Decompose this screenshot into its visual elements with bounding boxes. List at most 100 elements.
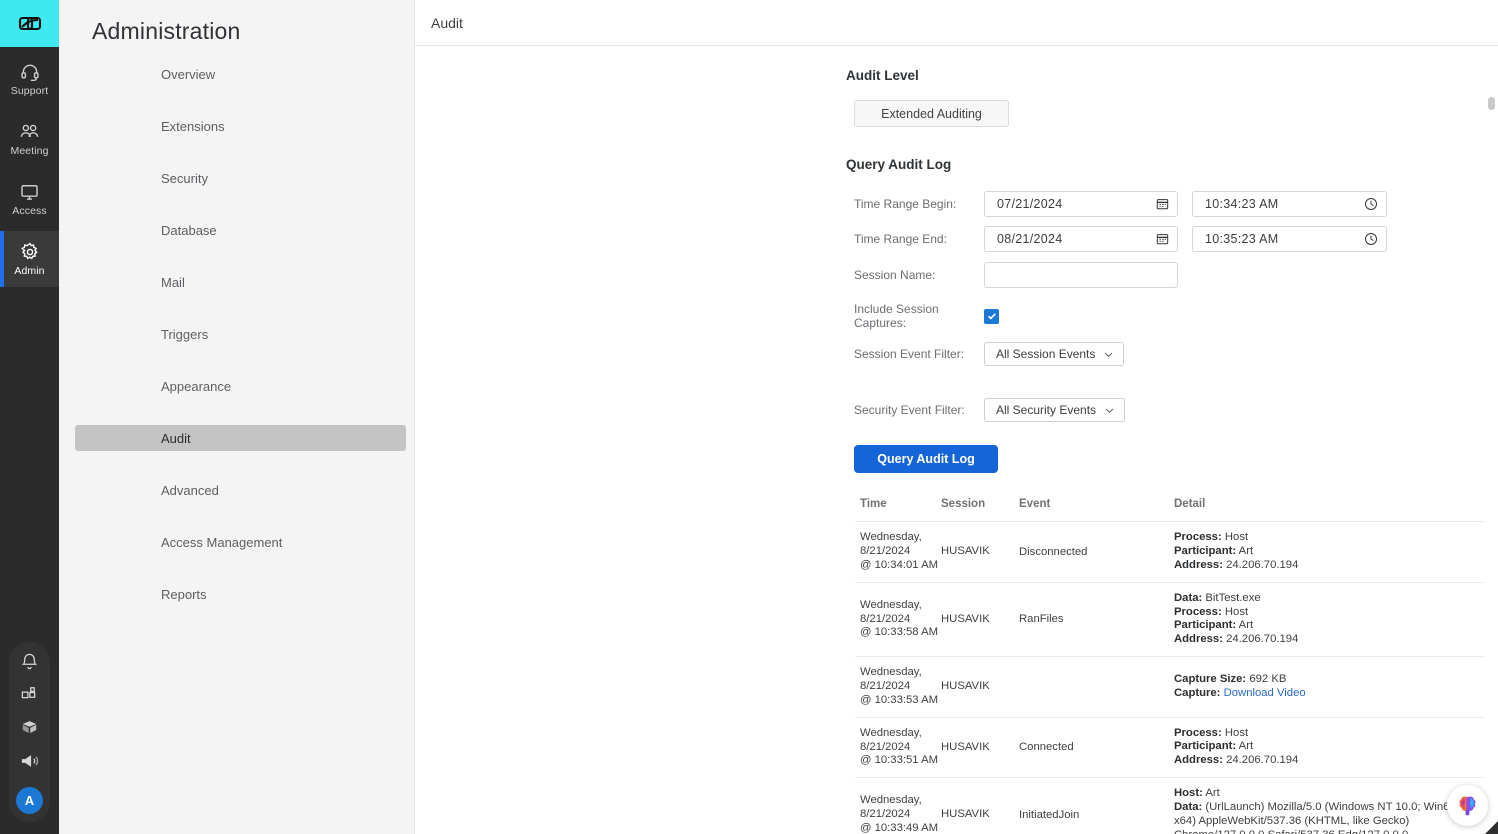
calendar-icon[interactable] xyxy=(1156,233,1169,246)
rail-item-meeting[interactable]: Meeting xyxy=(0,111,59,167)
detail-key: Address: xyxy=(1174,633,1223,646)
detail-line: Host: Art xyxy=(1174,787,1481,801)
cell-time: Wednesday, 8/21/2024 @ 10:33:53 AM xyxy=(860,666,939,706)
session-name-field[interactable] xyxy=(984,262,1178,288)
detail-key: Data: xyxy=(1174,591,1203,604)
sidebar-item-label: Overview xyxy=(161,66,216,82)
include-session-captures-checkbox[interactable] xyxy=(984,308,999,324)
cell-time: Wednesday, 8/21/2024 @ 10:33:49 AM xyxy=(860,794,939,834)
detail-value: Art xyxy=(1236,544,1254,557)
time-range-begin-time-value: 10:34:23 AM xyxy=(1205,197,1279,211)
detail-line: Capture: Download Video xyxy=(1174,687,1481,701)
app-root: Support Meeting Access Admin A Administr… xyxy=(0,0,1498,834)
time-range-begin-label: Time Range Begin: xyxy=(854,197,957,211)
cube-icon[interactable] xyxy=(20,718,39,737)
sidebar-item-label: Advanced xyxy=(161,482,219,498)
table-row: Wednesday, 8/21/2024 @ 10:33:49 AM HUSAVIK I… xyxy=(855,778,1487,834)
ai-assistant-button[interactable] xyxy=(1447,785,1488,826)
cell-detail: Data: BitTest.exe Process: Host Participan… xyxy=(1174,592,1487,648)
bell-icon[interactable] xyxy=(20,652,39,671)
detail-key: Capture: xyxy=(1174,686,1221,699)
detail-value: (UrlLaunch) Mozilla/5.0 (Windows NT 10.0… xyxy=(1174,801,1459,834)
time-range-begin-date-value: 07/21/2024 xyxy=(997,197,1063,211)
detail-value: 24.206.70.194 xyxy=(1222,633,1299,646)
sidebar-item-label: Database xyxy=(161,222,217,238)
detail-key: Address: xyxy=(1174,558,1223,571)
people-icon xyxy=(19,122,40,142)
detail-line: Address: 24.206.70.194 xyxy=(1174,633,1481,647)
sidebar-item-access-management[interactable]: Access Management xyxy=(75,529,406,555)
sidebar-item-label: Audit xyxy=(161,430,191,446)
cell-time: Wednesday, 8/21/2024 @ 10:34:01 AM xyxy=(860,531,939,571)
vertical-scrollbar[interactable] xyxy=(1485,93,1498,834)
time-range-begin-date-input[interactable]: 07/21/2024 xyxy=(984,191,1178,217)
cell-detail: Process: Host Participant: Art Address: 24… xyxy=(1174,531,1487,573)
sidebar-item-label: Security xyxy=(161,170,208,186)
time-range-end-date-value: 08/21/2024 xyxy=(997,232,1063,246)
session-event-filter-select[interactable]: All Session Events xyxy=(984,342,1125,366)
table-row: Wednesday, 8/21/2024 @ 10:33:53 AM HUSAVIK C… xyxy=(855,657,1487,718)
detail-line: Participant: Art xyxy=(1174,740,1481,754)
sidebar-item-appearance[interactable]: Appearance xyxy=(75,373,406,399)
query-audit-log-button[interactable]: Query Audit Log xyxy=(854,445,998,473)
avatar[interactable]: A xyxy=(16,787,43,814)
cell-time: Wednesday, 8/21/2024 @ 10:33:51 AM xyxy=(860,726,939,767)
column-header-session: Session xyxy=(941,498,986,510)
resize-corner xyxy=(1485,821,1498,834)
megaphone-icon[interactable] xyxy=(20,751,40,771)
session-name-label: Session Name: xyxy=(854,268,936,282)
detail-value: Art xyxy=(1202,787,1220,800)
time-range-end-date-input[interactable]: 08/21/2024 xyxy=(984,226,1178,252)
cascade-windows-logo-icon xyxy=(18,16,41,30)
cell-session: HUSAVIK xyxy=(941,612,990,625)
sidebar-item-mail[interactable]: Mail xyxy=(75,269,406,295)
calendar-icon[interactable] xyxy=(1156,198,1169,211)
sidebar-item-label: Triggers xyxy=(161,326,209,342)
detail-line: Data: (UrlLaunch) Mozilla/5.0 (Windows N… xyxy=(1174,801,1481,834)
table-body: Wednesday, 8/21/2024 @ 10:34:01 AM HUSAVIK D… xyxy=(855,522,1487,834)
sidebar-item-advanced[interactable]: Advanced xyxy=(75,477,406,503)
detail-line: Participant: Art xyxy=(1174,545,1481,559)
detail-value: 692 KB xyxy=(1246,673,1287,686)
audit-panel: Audit Level Extended Auditing Query Audi… xyxy=(415,46,1498,834)
cell-session: HUSAVIK xyxy=(941,740,990,753)
app-logo[interactable] xyxy=(0,0,59,47)
security-event-filter-select[interactable]: All Security Events xyxy=(984,398,1126,422)
detail-value: 24.206.70.194 xyxy=(1222,754,1299,767)
sidebar-item-triggers[interactable]: Triggers xyxy=(75,321,406,347)
apps-grid-icon[interactable] xyxy=(20,685,39,704)
time-range-end-time-input[interactable]: 10:35:23 AM xyxy=(1192,226,1387,252)
column-header-time: Time xyxy=(860,498,887,510)
clock-icon[interactable] xyxy=(1364,197,1378,211)
sidebar-item-database[interactable]: Database xyxy=(75,217,406,243)
extended-auditing-button[interactable]: Extended Auditing xyxy=(854,100,1009,127)
rail-item-label: Admin xyxy=(14,264,45,277)
security-event-filter-label: Security Event Filter: xyxy=(854,403,965,417)
rail-item-admin[interactable]: Admin xyxy=(0,231,59,287)
cell-detail: Host: Art Data: (UrlLaunch) Mozilla/5.0 (… xyxy=(1174,787,1487,834)
cell-event: Disconnected xyxy=(1019,545,1088,558)
detail-line: Data: BitTest.exe xyxy=(1174,592,1481,606)
download-video-link[interactable]: Download Video xyxy=(1220,687,1306,699)
detail-key: Process: xyxy=(1174,605,1222,618)
table-row: Wednesday, 8/21/2024 @ 10:33:51 AM HUSAVIK C… xyxy=(855,718,1487,779)
sidebar-item-extensions[interactable]: Extensions xyxy=(75,113,406,139)
sidebar-item-overview[interactable]: Overview xyxy=(75,61,406,87)
table-row: Wednesday, 8/21/2024 @ 10:34:01 AM HUSAVIK D… xyxy=(855,522,1487,583)
time-range-begin-time-input[interactable]: 10:34:23 AM xyxy=(1192,191,1387,217)
detail-key: Address: xyxy=(1174,754,1223,767)
gear-icon xyxy=(20,241,40,262)
query-form: Time Range Begin: 07/21/2024 10:34:23 AM… xyxy=(415,191,1498,473)
rail-item-access[interactable]: Access xyxy=(0,171,59,227)
detail-value: Host xyxy=(1221,605,1249,618)
chevron-down-icon xyxy=(1104,405,1115,416)
clock-icon[interactable] xyxy=(1364,232,1378,246)
sidebar-item-security[interactable]: Security xyxy=(75,165,406,191)
scrollbar-thumb[interactable] xyxy=(1488,97,1495,110)
rail-item-support[interactable]: Support xyxy=(0,51,59,107)
sidebar-item-audit[interactable]: Audit xyxy=(75,425,406,451)
sidebar-item-reports[interactable]: Reports xyxy=(75,581,406,607)
sidebar-nav-list: Overview Extensions Security Database Ma… xyxy=(59,61,414,607)
main-content: Audit Audit Level Extended Auditing Quer… xyxy=(415,0,1498,834)
detail-line: Address: 24.206.70.194 xyxy=(1174,754,1481,768)
